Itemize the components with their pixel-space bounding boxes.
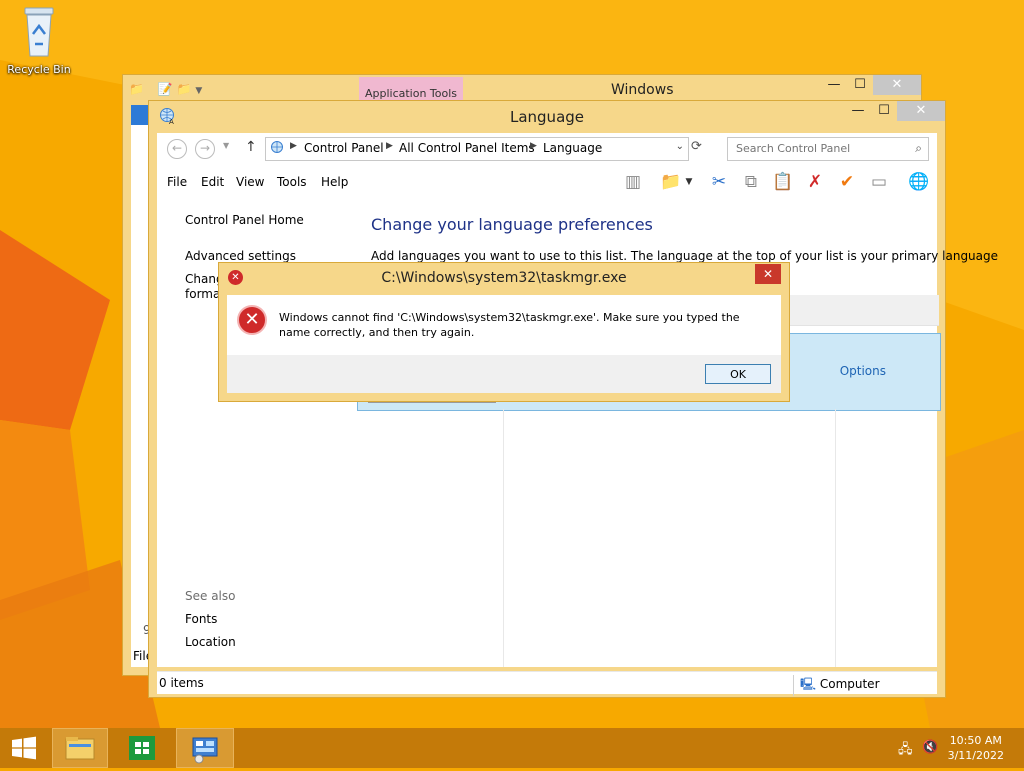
up-button[interactable]: ↑	[245, 139, 257, 155]
link-fonts[interactable]: Fonts	[185, 612, 217, 626]
title-bar[interactable]: A Language — ☐ ✕	[149, 101, 945, 131]
store-icon	[129, 736, 155, 760]
recent-locations-icon[interactable]: ▼	[223, 141, 229, 150]
search-box[interactable]: ⌕	[727, 137, 929, 161]
folder-icon[interactable]: 📁	[129, 82, 144, 96]
breadcrumb-language[interactable]: Language	[543, 141, 602, 155]
taskbar-control-panel[interactable]	[176, 728, 234, 768]
window-title: Language	[509, 108, 585, 126]
options-link[interactable]: Options	[840, 364, 886, 378]
breadcrumb-control-panel[interactable]: Control Panel	[304, 141, 384, 155]
menu-tools[interactable]: Tools	[277, 175, 307, 189]
back-button[interactable]: ←	[167, 139, 187, 159]
cut-icon[interactable]: ✂	[707, 170, 731, 194]
breadcrumb-arrow-icon[interactable]: ▶	[530, 141, 537, 151]
folder-options-icon[interactable]: 📁	[659, 170, 683, 194]
volume-muted-icon[interactable]: 🔇	[922, 740, 938, 755]
dialog-button-bar: OK	[227, 355, 781, 393]
status-zone-label: Computer	[819, 677, 880, 691]
maximize-button[interactable]: ☐	[871, 101, 897, 121]
navigation-bar: ← → ▼ ↑ ▶ Control Panel ▶ All Control Pa…	[157, 133, 937, 165]
link-control-panel-home[interactable]: Control Panel Home	[185, 213, 304, 227]
layout-icon[interactable]: ▥	[621, 170, 645, 194]
dialog-message: Windows cannot find 'C:\Windows\system32…	[279, 311, 740, 339]
new-folder-icon[interactable]: 📁	[177, 82, 192, 96]
clock-time: 10:50 AM	[949, 734, 1002, 747]
dialog-message-area: ✕ Windows cannot find 'C:\Windows\system…	[227, 295, 781, 355]
menu-view[interactable]: View	[236, 175, 264, 189]
error-dialog[interactable]: ✕ C:\Windows\system32\taskmgr.exe ✕ ✕ Wi…	[218, 262, 790, 402]
page-title: Change your language preferences	[371, 215, 653, 234]
properties-icon[interactable]: ▭	[867, 170, 891, 194]
status-zone: 🖳 Computer	[793, 675, 880, 696]
chevron-down-icon[interactable]: ▼	[683, 170, 695, 194]
ok-button[interactable]: OK	[705, 364, 771, 384]
breadcrumb-all-items[interactable]: All Control Panel Items	[399, 141, 535, 155]
status-bar: 0 items 🖳 Computer	[157, 671, 937, 696]
desktop-icon-recycle-bin[interactable]: Recycle Bin	[4, 4, 74, 76]
chevron-down-icon[interactable]: ▼	[195, 86, 202, 96]
refresh-button[interactable]: ⟳	[691, 139, 702, 154]
chevron-down-icon[interactable]: ⌄	[676, 141, 684, 152]
see-also-label: See also	[185, 589, 236, 603]
close-button[interactable]: ✕	[873, 75, 921, 95]
taskbar-clock[interactable]: 10:50 AM 3/11/2022	[948, 733, 1004, 763]
desktop-icon-label: Recycle Bin	[7, 63, 71, 76]
close-button[interactable]: ✕	[755, 264, 781, 284]
close-button[interactable]: ✕	[897, 101, 945, 121]
page-description: Add languages you want to use to this li…	[371, 249, 999, 263]
recycle-bin-icon	[24, 7, 54, 57]
computer-icon: 🖳	[800, 677, 817, 691]
link-change-formats-line2[interactable]: forma	[185, 287, 220, 301]
clock-date: 3/11/2022	[947, 749, 1004, 762]
breadcrumb-arrow-icon[interactable]: ▶	[386, 141, 393, 151]
start-button[interactable]	[0, 728, 48, 768]
quick-access-toolbar[interactable]: 📁 📝 📁 ▼	[129, 82, 202, 96]
dialog-title: C:\Windows\system32\taskmgr.exe	[381, 270, 627, 286]
paste-icon[interactable]: 📋	[771, 170, 795, 194]
taskbar-file-explorer[interactable]	[52, 728, 108, 768]
breadcrumb-arrow-icon[interactable]: ▶	[290, 141, 297, 151]
properties-icon[interactable]: 📝	[158, 82, 173, 96]
column-divider	[503, 409, 504, 667]
control-panel-icon	[271, 141, 283, 153]
menu-help[interactable]: Help	[321, 175, 348, 189]
copy-icon[interactable]: ⧉	[739, 170, 763, 194]
windows-logo-icon	[12, 736, 36, 760]
maximize-button[interactable]: ☐	[847, 75, 873, 95]
search-icon[interactable]: ⌕	[915, 141, 922, 156]
title-bar[interactable]: 📁 📝 📁 ▼ Application Tools Windows — ☐ ✕	[123, 75, 921, 103]
link-location[interactable]: Location	[185, 635, 236, 649]
forward-button[interactable]: →	[195, 139, 215, 159]
file-explorer-icon	[65, 737, 95, 760]
menu-edit[interactable]: Edit	[201, 175, 224, 189]
minimize-button[interactable]: —	[821, 75, 847, 95]
column-divider	[835, 409, 836, 667]
search-input[interactable]	[728, 138, 902, 158]
window-title: Windows	[611, 82, 674, 98]
status-item-count: 0 items	[159, 676, 204, 690]
globe-icon[interactable]: 🌐	[907, 170, 931, 194]
check-icon[interactable]: ✔	[835, 170, 859, 194]
menu-file[interactable]: File	[167, 175, 187, 189]
menu-bar: File Edit View Tools Help ▥ 📁 ▼ ✂ ⧉ 📋 ✗ …	[157, 165, 937, 199]
network-icon[interactable]: 🖧	[898, 740, 913, 762]
taskbar-store[interactable]	[118, 728, 166, 768]
error-icon: ✕	[237, 305, 267, 335]
minimize-button[interactable]: —	[845, 101, 871, 121]
control-panel-icon	[192, 737, 218, 764]
address-bar[interactable]: ▶ Control Panel ▶ All Control Panel Item…	[265, 137, 689, 161]
link-advanced-settings[interactable]: Advanced settings	[185, 249, 296, 263]
dialog-title-bar[interactable]: ✕ C:\Windows\system32\taskmgr.exe ✕	[219, 263, 789, 293]
delete-icon[interactable]: ✗	[803, 170, 827, 194]
taskbar: 🖧 🔇 10:50 AM 3/11/2022	[0, 728, 1024, 768]
